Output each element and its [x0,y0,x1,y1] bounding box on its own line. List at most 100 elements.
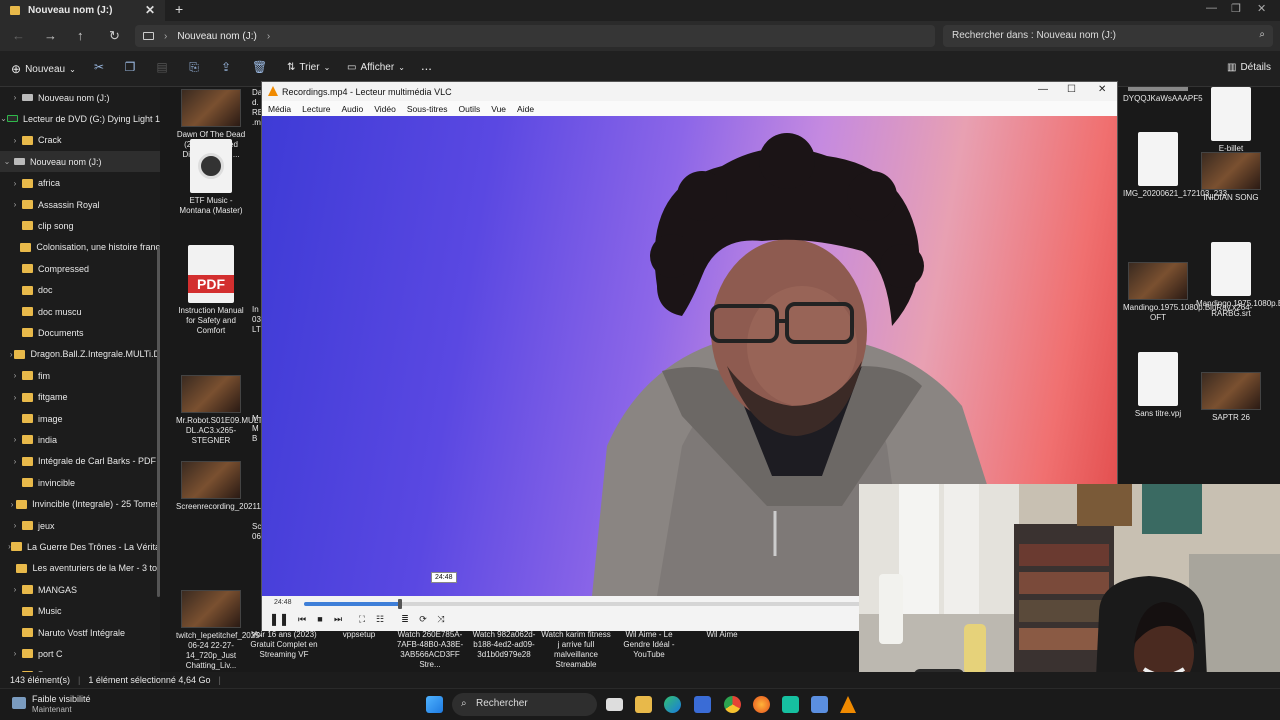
up-icon[interactable]: ↑ [77,28,84,43]
file-item[interactable]: Sans titre.vpj [1123,352,1193,419]
more-options-button[interactable]: ... [421,58,432,73]
sidebar-item[interactable]: › Dragon.Ball.Z.Integrale.MULTi.D [0,344,160,365]
details-button[interactable]: ▥ Détails [1227,62,1271,73]
vlc-close-icon[interactable]: ✕ [1098,84,1106,95]
vlc-menu-item[interactable]: Média [268,104,291,114]
sidebar-item[interactable]: › africa [0,173,160,194]
sidebar-item[interactable]: › port C [0,643,160,664]
file-item[interactable]: Watch 260E785A-7AFB-48B0-A38E-3AB566ACD3… [394,630,466,670]
file-item[interactable]: Voir 16 ans (2023) Gratuit Complet en St… [248,630,320,660]
file-item[interactable]: vppsetup [323,630,395,640]
copy-icon[interactable]: ❐ [124,61,136,73]
vlc-menu-item[interactable]: Vue [491,104,506,114]
sidebar-item[interactable]: doc muscu [0,301,160,322]
sidebar-item[interactable]: › La Guerre Des Trônes - La Vérita [0,536,160,557]
sidebar-item[interactable]: › Crack [0,130,160,151]
maximize-icon[interactable]: ❐ [1231,2,1241,15]
file-item[interactable]: Wil Aime [686,630,758,640]
sidebar-item[interactable]: image [0,408,160,429]
vlc-menu-item[interactable]: Audio [342,104,364,114]
minimize-icon[interactable]: — [1206,2,1217,14]
sidebar-item[interactable]: › MANGAS [0,579,160,600]
chevron-icon[interactable]: › [8,500,16,509]
chrome-icon[interactable] [724,696,741,713]
chevron-icon[interactable]: › [8,179,22,188]
store-icon[interactable] [694,696,711,713]
vlc-minimize-icon[interactable]: — [1038,84,1048,95]
sidebar-item[interactable]: invincible [0,472,160,493]
delete-icon[interactable]: 🗑 [252,61,267,73]
sidebar-item[interactable]: › india [0,429,160,450]
share-icon[interactable]: ⇪ [220,61,232,73]
refresh-icon[interactable]: ↻ [109,28,120,44]
sidebar-item[interactable]: › Assassin Royal [0,194,160,215]
vlc-menu-item[interactable]: Vidéo [374,104,396,114]
seek-handle[interactable] [398,599,402,609]
file-item[interactable]: E-billet [1196,87,1266,154]
file-item[interactable]: ETF Music - Montana (Master) [176,139,246,216]
sidebar-item[interactable]: Music [0,601,160,622]
sidebar-item[interactable]: Les aventuriers de la Mer - 3 tor [0,558,160,579]
sidebar-item[interactable]: › fim [0,365,160,386]
vlc-taskbar-icon[interactable] [840,696,856,713]
chevron-icon[interactable]: › [8,393,22,402]
sidebar-item[interactable]: › Nouveau nom (J:) [0,87,160,108]
chat-app-icon[interactable] [782,696,799,713]
playlist-icon[interactable]: ≣ [399,613,411,625]
sidebar-item[interactable]: ⌄ Lecteur de DVD (G:) Dying Light 1 [0,108,160,129]
new-tab-icon[interactable]: + [175,1,183,17]
extended-settings-icon[interactable]: ☷ [374,613,386,625]
cut-icon[interactable]: ✂ [93,61,105,73]
chevron-icon[interactable]: ⌄ [0,114,7,123]
pause-icon[interactable]: ❚❚ [269,613,289,625]
sort-button[interactable]: ⇅ Trier ⌄ [287,62,330,73]
rename-icon[interactable]: ⎘ [188,61,200,73]
sidebar-item[interactable]: ›Programs [0,665,160,672]
sidebar-item[interactable]: clip song [0,215,160,236]
vlc-menu-item[interactable]: Lecture [302,104,330,114]
stop-icon[interactable]: ■ [314,613,326,625]
chevron-icon[interactable]: › [8,435,22,444]
file-explorer-icon[interactable] [635,696,652,713]
vlc-maximize-icon[interactable]: ☐ [1067,84,1076,95]
address-bar[interactable]: › Nouveau nom (J:) › [135,25,935,47]
file-item[interactable]: Mandingo.1975.1080p.BluRay.x264-OFT [1123,262,1252,323]
vlc-title-bar[interactable]: Recordings.mp4 - Lecteur multimédia VLC … [262,82,1117,101]
file-item[interactable]: Mr.Robot.S01E09.MULTi.1080p.WEB-DL.AC3.x… [176,375,312,446]
chevron-icon[interactable]: › [8,371,22,380]
vlc-menu-item[interactable]: Outils [458,104,480,114]
file-item[interactable]: PDF Instruction Manual for Safety and Com… [176,245,246,336]
sidebar-item[interactable]: Colonisation, une histoire franç [0,237,160,258]
close-window-icon[interactable]: ✕ [1257,2,1266,15]
chevron-icon[interactable]: › [8,521,22,530]
edge-icon[interactable] [664,696,681,713]
file-item[interactable]: INIDIAN SONG [1196,152,1266,203]
file-item[interactable]: IMG_20200621_172103_233 [1123,132,1227,199]
sidebar-item[interactable]: ⌄ Nouveau nom (J:) [0,151,160,173]
chevron-icon[interactable]: › [8,585,22,594]
file-item[interactable]: Screenrecording_20211123_013524_240x536 [176,461,340,512]
chevron-icon[interactable]: › [8,200,22,209]
file-item[interactable]: Watch karim fitness j arrive full malvei… [540,630,612,670]
chevron-icon[interactable]: › [8,649,22,658]
sidebar-item[interactable]: Naruto Vostf Intégrale [0,622,160,643]
search-input[interactable]: Rechercher dans : Nouveau nom (J:) ⌕ [943,25,1273,47]
close-tab-icon[interactable]: ✕ [145,3,155,17]
vlc-menu-item[interactable]: Sous-titres [407,104,448,114]
sidebar-item[interactable]: › fitgame [0,387,160,408]
sidebar-item[interactable]: › Intégrale de Carl Barks - PDF [0,451,160,472]
taskbar-search[interactable]: ⌕ Rechercher [452,693,597,716]
fullscreen-icon[interactable]: ⛶ [356,613,368,625]
sidebar-item[interactable]: › jeux [0,515,160,536]
firefox-icon[interactable] [753,696,770,713]
chevron-icon[interactable]: › [8,457,22,466]
file-item[interactable]: Watch 982a062d-b188-4ed2-ad09-3d1b0d979e… [468,630,540,660]
file-item[interactable]: SAPTR 26 [1196,372,1266,423]
paste-icon[interactable]: ▤ [156,61,168,73]
next-icon[interactable]: ⏭ [332,613,344,625]
weather-widget[interactable]: Faible visibilité Maintenant [12,694,91,714]
vlc-menu-item[interactable]: Aide [517,104,534,114]
file-item[interactable]: DYQQJKaWsAAAPF5 [1123,87,1203,104]
file-item[interactable]: Wil Aime - Le Gendre Idéal - YouTube [613,630,685,660]
file-item[interactable]: Mandingo.1975.1080p.BluRay.x265-RARBG.sr… [1196,242,1280,319]
